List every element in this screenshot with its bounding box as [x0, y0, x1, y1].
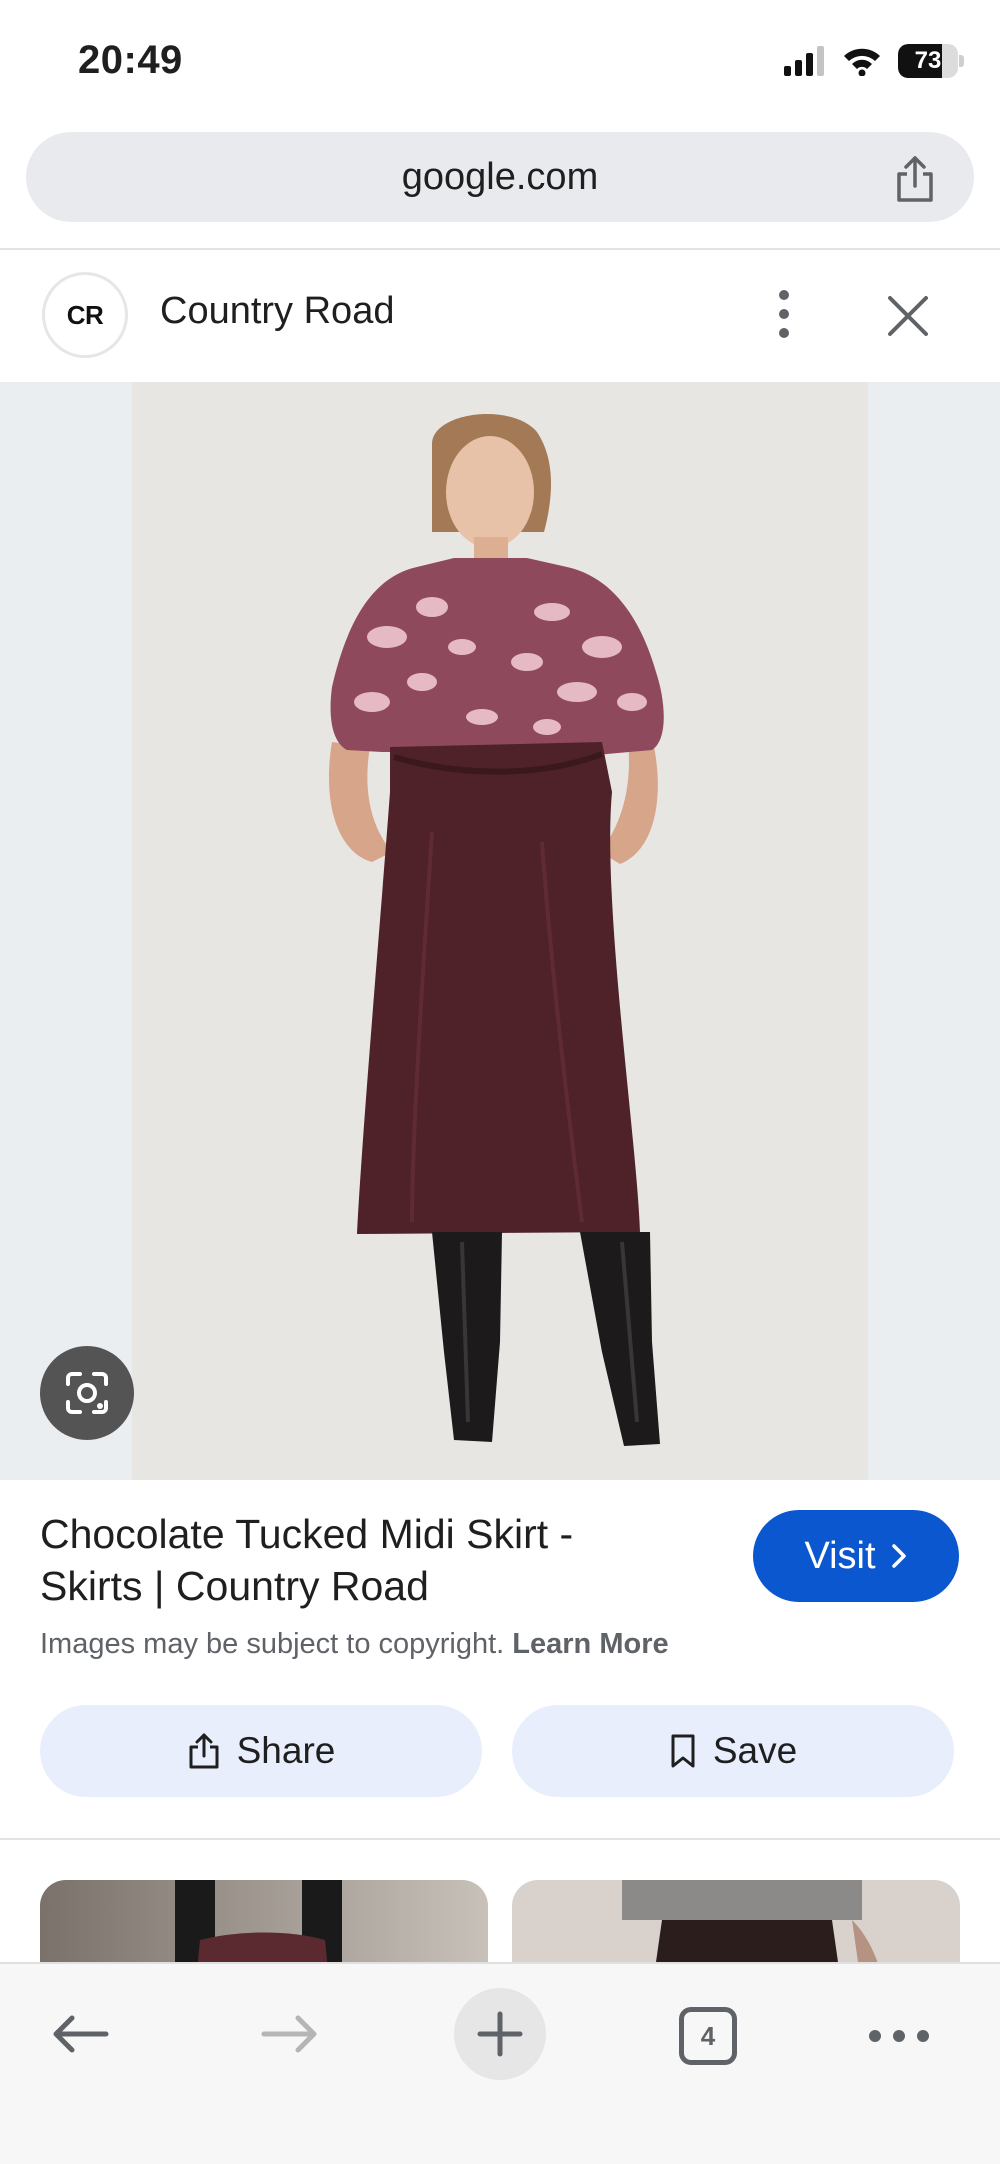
- share-button[interactable]: Share: [40, 1705, 482, 1797]
- save-button[interactable]: Save: [512, 1705, 954, 1797]
- product-image[interactable]: [132, 382, 868, 1480]
- more-vert-icon[interactable]: [766, 284, 802, 344]
- wifi-icon: [844, 48, 880, 76]
- battery-icon: 73: [898, 44, 964, 78]
- visit-button[interactable]: Visit: [753, 1510, 959, 1602]
- share-icon: [189, 1733, 219, 1769]
- header-divider: [0, 248, 1000, 250]
- battery-level: 73: [914, 47, 942, 74]
- save-label: Save: [712, 1730, 798, 1771]
- battery-tip: [959, 55, 964, 67]
- more-button[interactable]: [864, 2012, 934, 2060]
- forward-icon: [261, 2015, 317, 2053]
- signal-icon: [784, 46, 824, 76]
- bottom-toolbar: 4: [0, 1962, 1000, 2164]
- tab-count: 4: [700, 2020, 716, 2051]
- learn-more-link[interactable]: Learn More: [512, 1628, 668, 1660]
- source-logo-text: CR: [66, 299, 104, 330]
- image-viewer[interactable]: [0, 382, 1000, 1480]
- tabs-button[interactable]: 4: [676, 2004, 740, 2068]
- related-divider: [0, 1838, 1000, 1840]
- more-icon: [869, 2030, 929, 2042]
- copyright-text: Images may be subject to copyright.: [40, 1628, 505, 1660]
- new-tab-button[interactable]: [454, 1988, 546, 2080]
- result-title[interactable]: Chocolate Tucked Midi Skirt - Skirts | C…: [40, 1508, 680, 1612]
- lens-icon: [66, 1372, 108, 1414]
- battery-body: 73: [898, 44, 958, 78]
- product-photo-illustration: [132, 382, 868, 1480]
- source-logo[interactable]: CR: [42, 272, 128, 358]
- copyright-notice: Images may be subject to copyright. Lear…: [40, 1628, 669, 1661]
- close-icon[interactable]: [884, 292, 932, 340]
- tabs-icon: 4: [679, 2007, 737, 2065]
- page: 20:49 73 google.com CR Country Road Choc…: [0, 0, 1000, 2164]
- bookmark-icon: [671, 1734, 695, 1768]
- status-bar: 20:49 73: [0, 0, 1000, 120]
- url-text[interactable]: google.com: [26, 132, 974, 222]
- status-time: 20:49: [78, 38, 183, 82]
- url-bar[interactable]: google.com: [26, 132, 974, 222]
- visit-label: Visit: [804, 1534, 876, 1577]
- new-tab-icon: [477, 2011, 523, 2057]
- back-button[interactable]: [46, 2000, 114, 2068]
- chevron-right-icon: [891, 1544, 906, 1568]
- share-icon[interactable]: [892, 154, 938, 204]
- back-icon: [53, 2015, 109, 2053]
- share-label: Share: [236, 1730, 336, 1771]
- source-name[interactable]: Country Road: [160, 290, 394, 333]
- forward-button[interactable]: [256, 2000, 324, 2068]
- status-icons: 73: [784, 44, 964, 78]
- lens-button[interactable]: [40, 1346, 134, 1440]
